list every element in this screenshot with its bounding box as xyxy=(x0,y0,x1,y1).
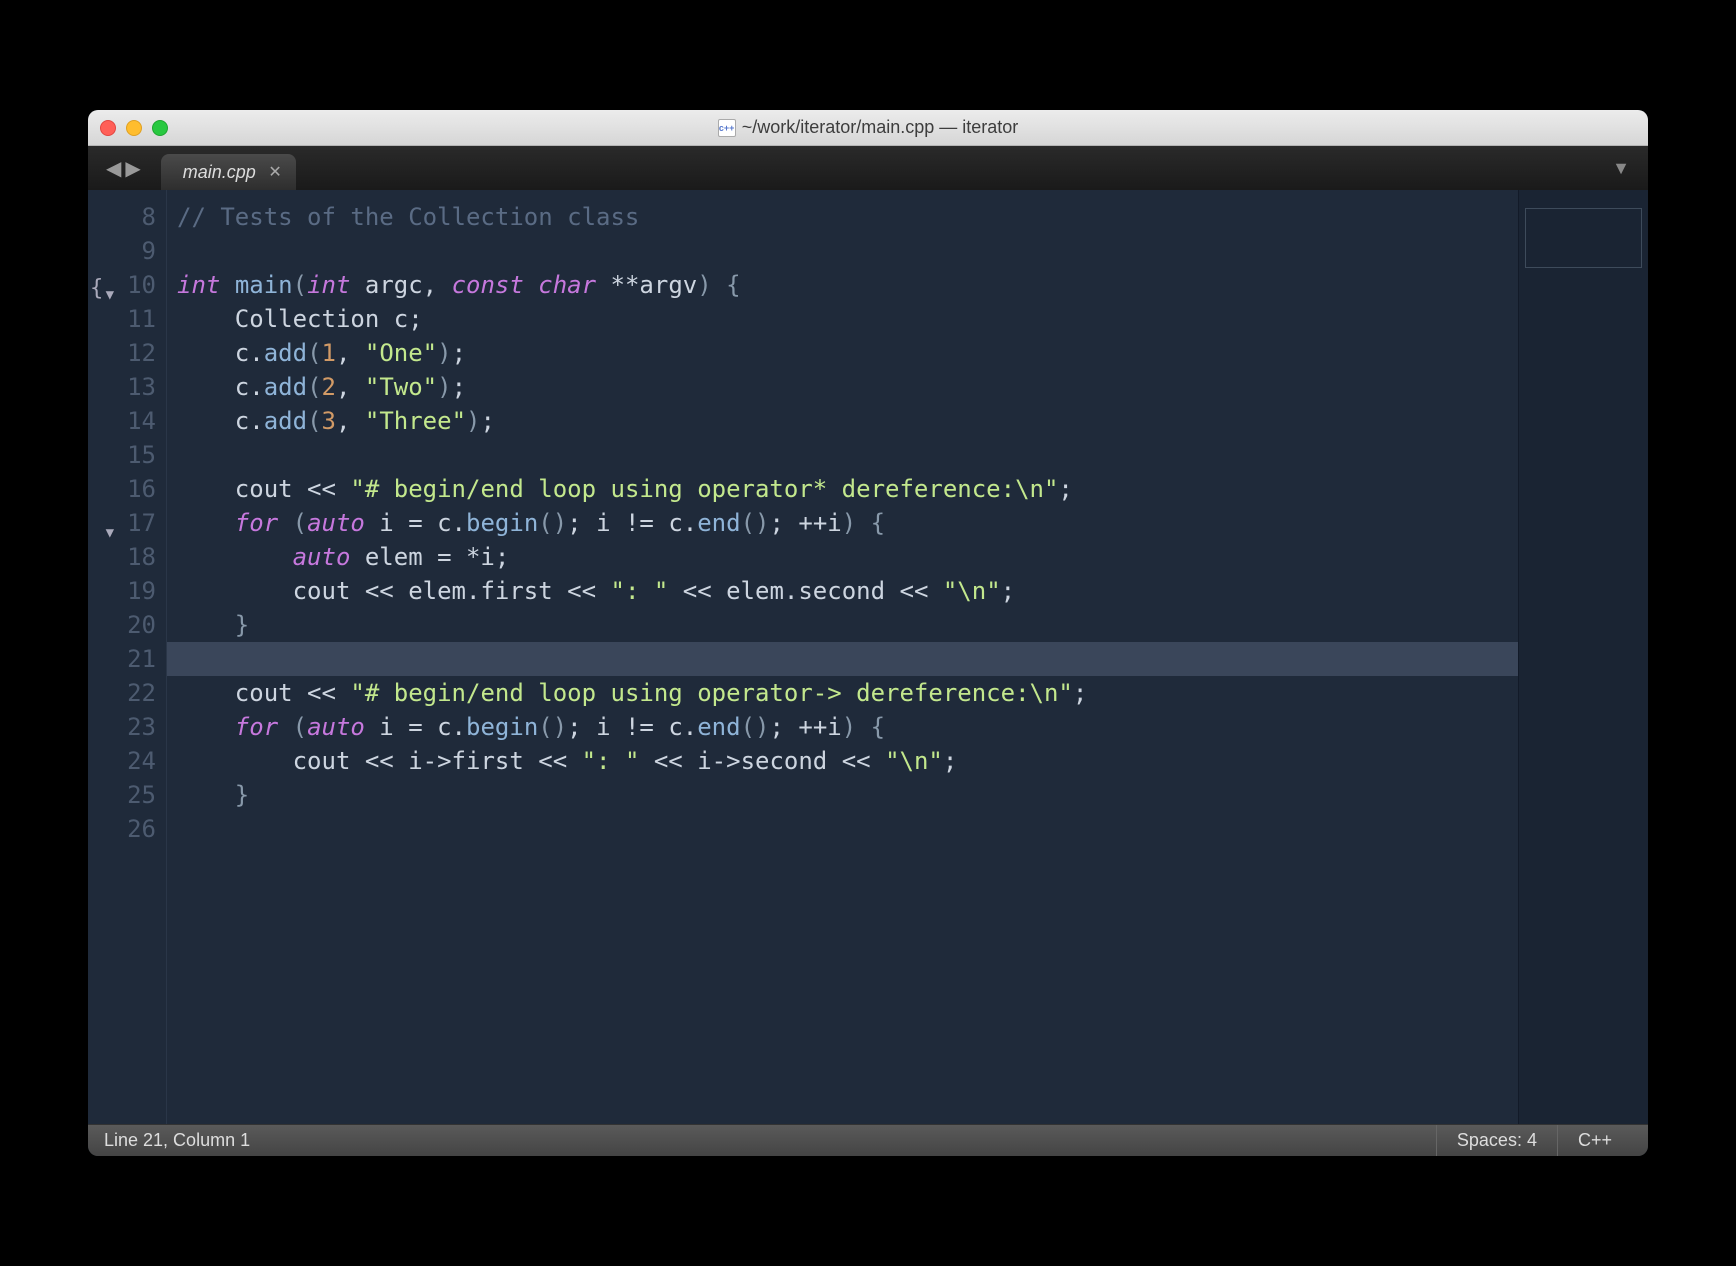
code-line[interactable]: auto elem = *i; xyxy=(167,540,1518,574)
status-spaces[interactable]: Spaces: 4 xyxy=(1436,1125,1557,1156)
brace-indicator-icon: { xyxy=(90,272,103,306)
code-line[interactable] xyxy=(167,234,1518,268)
line-number[interactable]: 10▼{ xyxy=(88,268,166,302)
editor-window: c++ ~/work/iterator/main.cpp — iterator … xyxy=(88,110,1648,1156)
code-line[interactable]: Collection c; xyxy=(167,302,1518,336)
code-line[interactable]: // Tests of the Collection class xyxy=(167,200,1518,234)
code-line[interactable]: cout << "# begin/end loop using operator… xyxy=(167,676,1518,710)
line-number[interactable]: 16 xyxy=(88,472,166,506)
minimize-icon[interactable] xyxy=(126,120,142,136)
minimap-viewport[interactable] xyxy=(1525,208,1642,268)
line-number[interactable]: 9 xyxy=(88,234,166,268)
window-title-text: ~/work/iterator/main.cpp — iterator xyxy=(742,117,1019,138)
minimap[interactable] xyxy=(1518,190,1648,1124)
status-syntax[interactable]: C++ xyxy=(1557,1125,1632,1156)
line-number[interactable]: 19 xyxy=(88,574,166,608)
code-editor[interactable]: // Tests of the Collection class int mai… xyxy=(166,190,1518,1124)
code-line[interactable]: } xyxy=(167,778,1518,812)
nav-arrows: ◀ ▶ xyxy=(96,146,151,190)
code-line[interactable]: cout << "# begin/end loop using operator… xyxy=(167,472,1518,506)
code-line[interactable]: c.add(3, "Three"); xyxy=(167,404,1518,438)
code-line[interactable] xyxy=(167,438,1518,472)
tab-close-icon[interactable]: ✕ xyxy=(268,162,281,182)
code-line[interactable]: } xyxy=(167,608,1518,642)
code-line[interactable]: for (auto i = c.begin(); i != c.end(); +… xyxy=(167,710,1518,744)
traffic-lights xyxy=(100,120,168,136)
maximize-icon[interactable] xyxy=(152,120,168,136)
line-number[interactable]: 13 xyxy=(88,370,166,404)
tab-main-cpp[interactable]: main.cpp ✕ xyxy=(161,154,296,190)
line-number[interactable]: 11 xyxy=(88,302,166,336)
nav-back-icon[interactable]: ◀ xyxy=(106,156,121,181)
line-number[interactable]: 23 xyxy=(88,710,166,744)
status-position[interactable]: Line 21, Column 1 xyxy=(104,1130,250,1151)
code-line[interactable]: cout << i->first << ": " << i->second <<… xyxy=(167,744,1518,778)
line-number[interactable]: 14 xyxy=(88,404,166,438)
tabbar: ◀ ▶ main.cpp ✕ ▼ xyxy=(88,146,1648,190)
line-number[interactable]: 18 xyxy=(88,540,166,574)
code-line[interactable]: c.add(2, "Two"); xyxy=(167,370,1518,404)
line-number[interactable]: 15 xyxy=(88,438,166,472)
line-number[interactable]: 22 xyxy=(88,676,166,710)
code-line[interactable]: int main(int argc, const char **argv) { xyxy=(167,268,1518,302)
code-line[interactable]: for (auto i = c.begin(); i != c.end(); +… xyxy=(167,506,1518,540)
code-line[interactable] xyxy=(167,642,1518,676)
tab-menu-icon[interactable]: ▼ xyxy=(1612,158,1630,179)
line-number[interactable]: 25 xyxy=(88,778,166,812)
line-number[interactable]: 17▼ xyxy=(88,506,166,540)
window-title: c++ ~/work/iterator/main.cpp — iterator xyxy=(88,117,1648,138)
nav-forward-icon[interactable]: ▶ xyxy=(125,156,140,181)
statusbar: Line 21, Column 1 Spaces: 4 C++ xyxy=(88,1124,1648,1156)
code-line[interactable] xyxy=(167,812,1518,846)
line-number[interactable]: 21 xyxy=(88,642,166,676)
line-gutter[interactable]: 8910▼{11121314151617▼181920212223242526 xyxy=(88,190,166,1124)
code-line[interactable]: c.add(1, "One"); xyxy=(167,336,1518,370)
cpp-file-icon: c++ xyxy=(718,119,736,137)
tab-label: main.cpp xyxy=(183,162,256,183)
line-number[interactable]: 24 xyxy=(88,744,166,778)
line-number[interactable]: 20 xyxy=(88,608,166,642)
line-number[interactable]: 8 xyxy=(88,200,166,234)
titlebar: c++ ~/work/iterator/main.cpp — iterator xyxy=(88,110,1648,146)
close-icon[interactable] xyxy=(100,120,116,136)
line-number[interactable]: 12 xyxy=(88,336,166,370)
code-line[interactable]: cout << elem.first << ": " << elem.secon… xyxy=(167,574,1518,608)
line-number[interactable]: 26 xyxy=(88,812,166,846)
editor-area: 8910▼{11121314151617▼181920212223242526 … xyxy=(88,190,1648,1124)
